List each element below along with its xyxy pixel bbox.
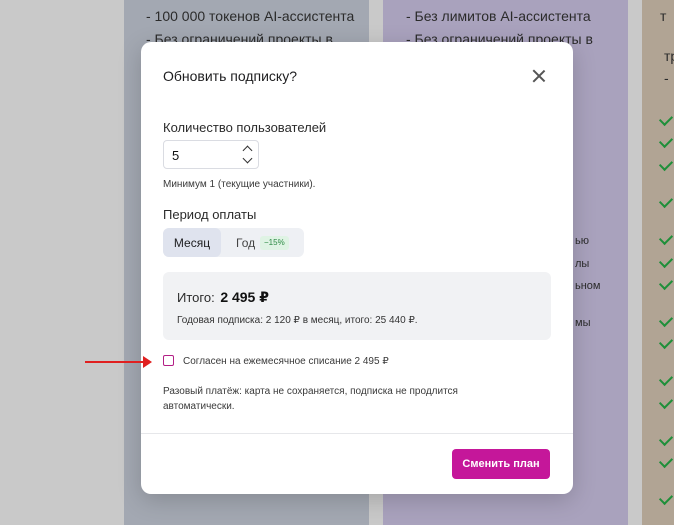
- annotation-arrow: [85, 361, 145, 363]
- price-summary: Итого: 2 495 ₽ Годовая подписка: 2 120 ₽…: [163, 272, 551, 340]
- upgrade-subscription-dialog: Обновить подписку? Количество пользовате…: [141, 42, 573, 494]
- dialog-title: Обновить подписку?: [163, 68, 297, 84]
- quantity-stepper[interactable]: [242, 144, 254, 166]
- users-count-input[interactable]: 5: [163, 140, 259, 169]
- agree-checkbox-label[interactable]: Согласен на ежемесячное списание 2 495 ₽: [183, 356, 389, 367]
- discount-badge: −15%: [260, 236, 289, 250]
- billing-period-label: Период оплаты: [163, 207, 257, 222]
- plan-feature-fragment: т: [660, 8, 667, 24]
- users-count-hint: Минимум 1 (текущие участники).: [163, 179, 316, 190]
- plan-feature-fragment: -: [664, 70, 669, 86]
- plan-feature: - Без лимитов AI-ассистента: [406, 8, 591, 24]
- users-count-value: 5: [172, 148, 180, 163]
- agree-checkbox[interactable]: [163, 355, 174, 366]
- plan-feature: - 100 000 токенов AI-ассистента: [146, 8, 355, 24]
- change-plan-button[interactable]: Сменить план: [452, 449, 550, 479]
- plan-feature-fragment: ью: [575, 235, 589, 247]
- close-icon[interactable]: [529, 66, 549, 86]
- plan-feature-fragment: лы: [575, 258, 590, 270]
- chevron-down-icon[interactable]: [242, 153, 253, 164]
- yearly-price-note: Годовая подписка: 2 120 ₽ в месяц, итого…: [177, 315, 418, 326]
- arrow-head-icon: [143, 356, 152, 368]
- period-year-option[interactable]: Год: [236, 236, 255, 250]
- footer-divider: [141, 433, 573, 434]
- total-label: Итого:: [177, 290, 215, 305]
- total-amount: 2 495 ₽: [220, 289, 269, 305]
- billing-period-toggle: Месяц Год −15%: [163, 228, 304, 257]
- total-line: Итого: 2 495 ₽: [177, 289, 269, 306]
- plan-feature-fragment: мы: [575, 317, 591, 329]
- period-month-option[interactable]: Месяц: [163, 228, 221, 257]
- one-time-payment-note: Разовый платёж: карта не сохраняется, по…: [163, 386, 458, 412]
- users-count-label: Количество пользователей: [163, 120, 327, 135]
- plan-feature-fragment: ьном: [575, 280, 601, 292]
- plan-feature-fragment: тр: [664, 48, 674, 64]
